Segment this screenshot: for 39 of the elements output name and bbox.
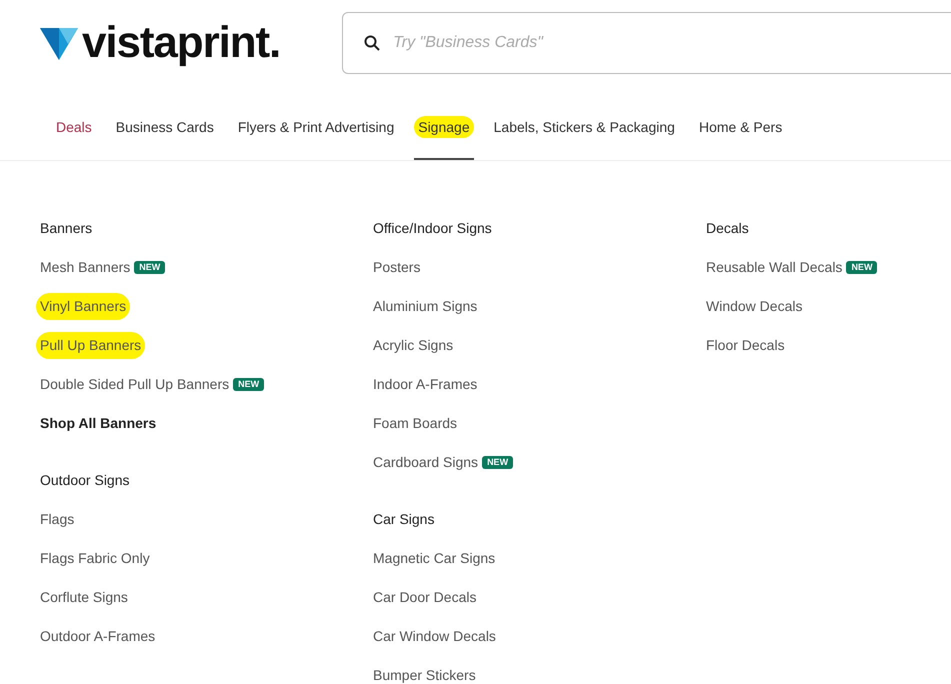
group-heading: Car Signs <box>373 510 434 529</box>
menu-link[interactable]: Acrylic Signs <box>373 335 454 356</box>
new-badge: NEW <box>482 456 514 469</box>
group-heading: Decals <box>706 219 749 238</box>
group-heading: Banners <box>40 219 92 238</box>
new-badge: NEW <box>846 261 878 274</box>
menu-link[interactable]: Flags Fabric Only <box>40 548 150 569</box>
logo-wordmark[interactable]: vistaprint. <box>82 21 280 65</box>
menu-link[interactable]: Double Sided Pull Up Banners <box>40 374 230 395</box>
menu-link[interactable]: Vinyl Banners <box>36 293 130 320</box>
menu-link[interactable]: Magnetic Car Signs <box>373 548 496 569</box>
menu-link[interactable]: Mesh Banners <box>40 257 130 278</box>
menu-link[interactable]: Flags <box>40 509 74 530</box>
menu-link[interactable]: Foam Boards <box>373 413 458 434</box>
menu-link[interactable]: Car Door Decals <box>373 587 476 608</box>
menu-link[interactable]: Indoor A-Frames <box>373 374 478 395</box>
search-icon <box>364 35 380 51</box>
menu-link[interactable]: Reusable Wall Decals <box>706 257 842 278</box>
new-badge: NEW <box>134 261 166 274</box>
new-badge: NEW <box>233 378 264 391</box>
menu-link[interactable]: Window Decals <box>706 296 802 317</box>
search-field[interactable]: Try "Business Cards" <box>342 12 951 74</box>
menu-link[interactable]: Posters <box>373 257 420 278</box>
menu-link[interactable]: Shop All Banners <box>40 413 156 434</box>
menu-link[interactable]: Pull Up Banners <box>36 332 146 359</box>
menu-link[interactable]: Cardboard Signs <box>373 452 478 473</box>
menu-link[interactable]: Outdoor A-Frames <box>40 626 156 647</box>
menu-link[interactable]: Floor Decals <box>706 335 785 356</box>
nav-tab[interactable]: Deals <box>52 117 96 160</box>
menu-link[interactable]: Car Window Decals <box>373 626 496 647</box>
menu-link[interactable]: Bumper Stickers <box>373 665 476 684</box>
nav-tab[interactable]: Labels, Stickers & Packaging <box>490 117 679 160</box>
group-heading: Office/Indoor Signs <box>373 219 492 238</box>
group-heading: Outdoor Signs <box>40 471 130 490</box>
nav-tab[interactable]: Home & Pers <box>694 117 786 160</box>
nav-tab[interactable]: Business Cards <box>112 117 218 160</box>
menu-link[interactable]: Corflute Signs <box>40 587 128 608</box>
menu-link[interactable]: Aluminium Signs <box>373 296 478 317</box>
nav-tab[interactable]: Flyers & Print Advertising <box>234 117 398 160</box>
